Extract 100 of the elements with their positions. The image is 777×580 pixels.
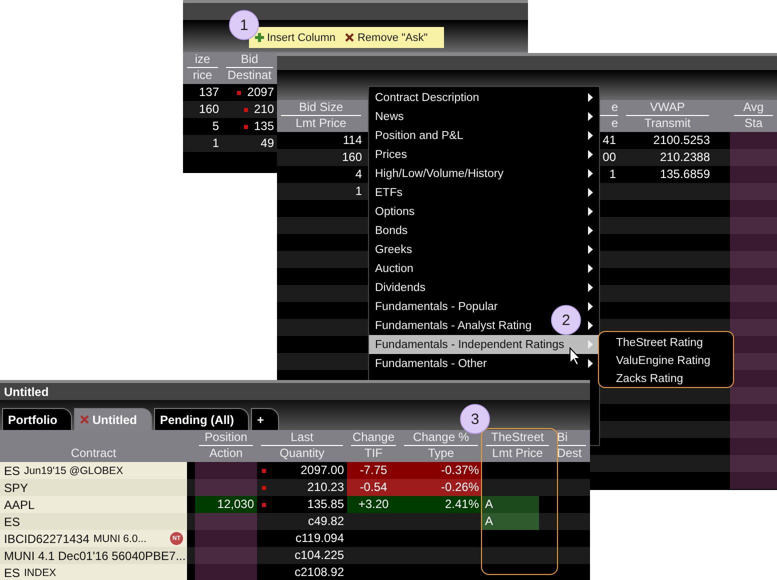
plus-icon xyxy=(255,33,264,42)
menu-item[interactable]: Contract Description xyxy=(375,92,480,104)
table-cell: 49 xyxy=(260,135,274,152)
table-cell xyxy=(195,513,257,530)
table-cell: c2108.92 xyxy=(294,564,344,580)
tab[interactable]: Portfolio xyxy=(2,408,72,430)
table-cell: 135.6859 xyxy=(660,166,710,183)
menu-item[interactable]: Fundamentals - Popular xyxy=(375,300,498,312)
mouse-cursor-icon xyxy=(569,347,581,366)
table-cell xyxy=(730,370,777,387)
table-cell: 12,030 xyxy=(195,496,257,513)
table-cell: c104.225 xyxy=(294,547,344,564)
submenu-arrow-icon xyxy=(588,131,593,140)
table-cell: -0.54 xyxy=(347,479,400,496)
table-cell xyxy=(730,404,777,421)
table-cell: -0.26% xyxy=(400,479,482,496)
table-cell: 1 xyxy=(355,183,362,200)
contract-cell[interactable]: ES INDEX xyxy=(0,564,187,580)
table-cell: 210.23 xyxy=(307,479,344,496)
menu-item[interactable]: Options xyxy=(375,206,415,218)
menu-item[interactable]: News xyxy=(375,110,404,122)
table-cell: c49.82 xyxy=(308,513,344,530)
table-cell xyxy=(730,149,777,166)
menu-item[interactable]: Bonds xyxy=(375,224,408,236)
contract-symbol: IBCID62271434 xyxy=(4,532,90,546)
menu-item[interactable]: Greeks xyxy=(375,244,412,256)
table-cell xyxy=(195,462,257,479)
table-cell xyxy=(730,438,777,455)
table-cell xyxy=(730,387,777,404)
submenu-arrow-icon xyxy=(588,226,593,235)
submenu-arrow-icon xyxy=(588,302,593,311)
table-cell: 2.41% xyxy=(400,496,482,513)
remove-column-option[interactable]: Remove "Ask" xyxy=(345,32,428,44)
table-cell xyxy=(730,166,777,183)
menu-item[interactable]: Position and P&L xyxy=(375,130,464,142)
submenu-arrow-icon xyxy=(588,264,593,273)
table-cell xyxy=(730,455,777,472)
submenu-arrow-icon xyxy=(588,112,593,121)
contract-detail: MUNI 6.0... xyxy=(93,532,147,544)
menu-item[interactable]: ETFs xyxy=(375,186,402,198)
menu-item[interactable]: High/Low/Volume/History xyxy=(375,168,504,180)
table-cell: +3.20 xyxy=(347,496,400,513)
close-icon[interactable] xyxy=(80,415,90,424)
contract-symbol: SPY xyxy=(4,480,28,494)
tab[interactable]: Pending (All) xyxy=(154,408,249,430)
submenu-arrow-icon xyxy=(588,340,593,349)
table-cell xyxy=(730,200,777,217)
menu-item[interactable]: Fundamentals - Other xyxy=(375,358,487,370)
table-cell: 1 xyxy=(609,166,616,183)
table-cell xyxy=(730,302,777,319)
menu-item[interactable]: Prices xyxy=(375,148,407,160)
tab[interactable]: + xyxy=(251,408,280,430)
submenu-arrow-icon xyxy=(588,245,593,254)
submenu-arrow-icon xyxy=(588,359,593,368)
submenu-arrow-icon xyxy=(588,283,593,292)
contract-cell[interactable]: AAPL xyxy=(0,496,187,513)
table-cell xyxy=(730,132,777,149)
tab[interactable]: Untitled xyxy=(74,408,152,430)
table-cell: 5 xyxy=(212,118,219,135)
contract-symbol: ES xyxy=(4,566,20,580)
menu-item[interactable]: TheStreet Rating xyxy=(616,334,733,352)
contract-cell[interactable]: MUNI 4.1 Dec01'16 56040PBE7... xyxy=(0,547,187,564)
menu-item[interactable]: Fundamentals - Analyst Rating xyxy=(375,320,532,332)
table-cell xyxy=(195,530,257,547)
table-cell: 135 xyxy=(254,118,274,135)
contract-cell[interactable]: ES Jun19'15 @GLOBEX xyxy=(0,462,187,479)
table-cell: 00 xyxy=(602,149,616,166)
table-cell: 2097.00 xyxy=(300,462,344,479)
table-cell: 210.2388 xyxy=(660,149,710,166)
table-cell: 160 xyxy=(342,149,362,166)
table-cell xyxy=(730,268,777,285)
table-cell xyxy=(730,234,777,251)
table-cell: 1 xyxy=(212,135,219,152)
table-cell: A xyxy=(482,496,539,513)
menu-item[interactable]: Fundamentals - Independent Ratings xyxy=(375,338,564,350)
submenu-arrow-icon xyxy=(588,321,593,330)
contract-symbol: AAPL xyxy=(4,498,35,512)
table-cell: 4 xyxy=(355,166,362,183)
menu-item[interactable]: Dividends xyxy=(375,282,426,294)
table-cell xyxy=(730,183,777,200)
table-cell xyxy=(195,547,257,564)
table-cell xyxy=(730,472,777,489)
contract-symbol: ES xyxy=(4,464,20,478)
contract-symbol: ES xyxy=(4,514,20,528)
contract-cell[interactable]: ES xyxy=(0,513,187,530)
table-cell: 114 xyxy=(342,132,362,149)
menu-item[interactable]: ValuEngine Rating xyxy=(616,352,733,370)
menu-item[interactable]: Auction xyxy=(375,262,414,274)
submenu-arrow-icon xyxy=(588,207,593,216)
table-cell: 41 xyxy=(602,132,616,149)
submenu-arrow-icon xyxy=(588,150,593,159)
table-cell: -7.75 xyxy=(347,462,400,479)
menu-item[interactable]: Zacks Rating xyxy=(616,370,733,388)
close-icon xyxy=(345,33,354,42)
contract-cell[interactable]: SPY xyxy=(0,479,187,496)
table-cell: A xyxy=(482,513,539,530)
contract-symbol: MUNI 4.1 Dec01'16 56040PBE7... xyxy=(4,548,186,562)
table-cell xyxy=(195,564,257,580)
submenu-arrow-icon xyxy=(588,188,593,197)
table-cell xyxy=(730,217,777,234)
